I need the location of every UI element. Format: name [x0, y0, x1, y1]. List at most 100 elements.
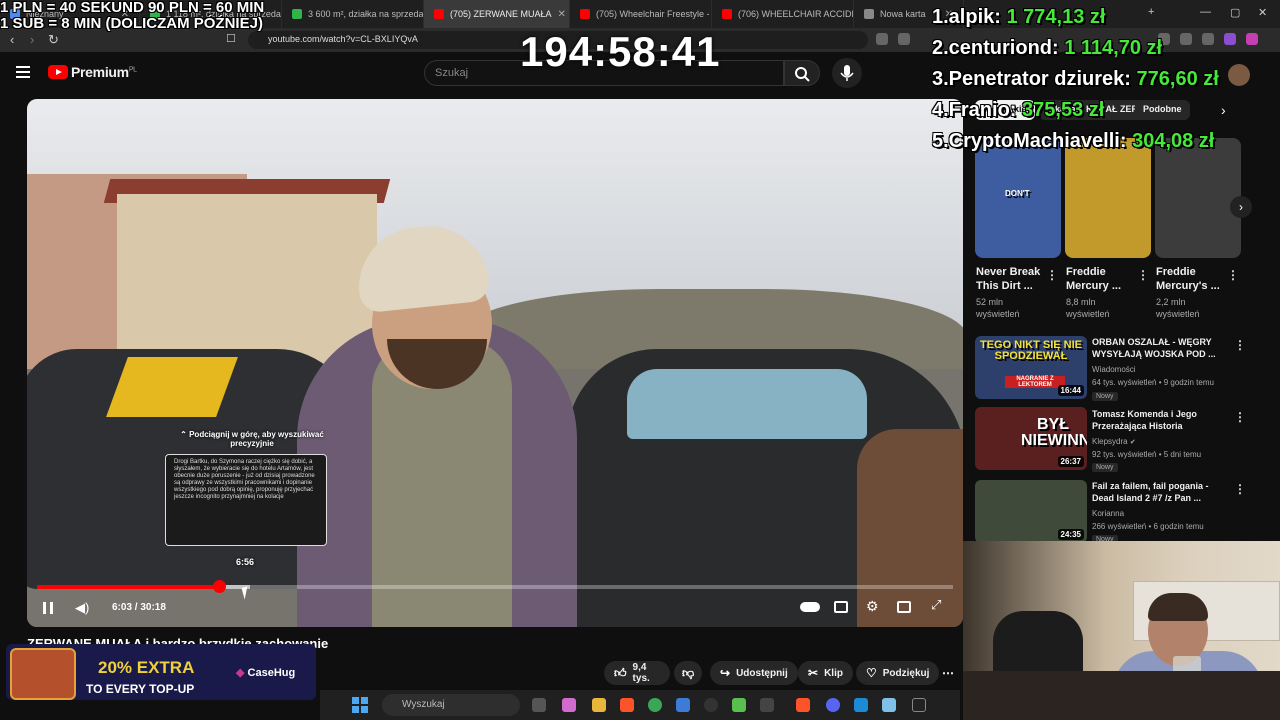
tab-title: (705) Wheelchair Freestyle - W [596, 9, 712, 19]
short-title[interactable]: Freddie Mercury ... [1066, 265, 1136, 293]
terminal-icon[interactable] [912, 698, 926, 712]
tab-favicon-icon [580, 9, 590, 19]
short-title[interactable]: Never Break This Dirt ... [976, 265, 1046, 293]
browser-tab[interactable]: (705) Wheelchair Freestyle - W✕ [570, 0, 712, 28]
dislike-button[interactable]: 👎︎ [674, 661, 702, 685]
brave-icon[interactable] [620, 698, 634, 712]
donation-rule-line: 1 PLN = 40 SEKUND 90 PLN = 60 MIN [0, 0, 265, 16]
share-button[interactable]: ↪ Udostępnij [710, 661, 798, 685]
volume-icon[interactable]: ◀) [75, 600, 89, 616]
ad-subline: TO EVERY TOP-UP [86, 682, 195, 696]
autoplay-toggle[interactable] [800, 602, 820, 612]
close-tab-icon[interactable]: ✕ [558, 9, 566, 20]
more-icon[interactable]: ⋮ [1234, 410, 1246, 424]
short-views: 2,2 mln wyświetleń [1156, 297, 1200, 319]
channel-name[interactable]: Korianna [1092, 509, 1124, 518]
fullscreen-icon[interactable]: ⤢ [931, 597, 941, 613]
more-icon[interactable]: ⋮ [1234, 482, 1246, 496]
youtube-premium-logo[interactable]: PremiumPL [71, 64, 137, 80]
bookmark-icon[interactable]: ☐ [226, 32, 236, 45]
youtube-header: PremiumPL Szukaj [0, 52, 965, 94]
app-icon[interactable] [760, 698, 774, 712]
new-badge: Nowy [1092, 463, 1118, 472]
short-views: 52 mln wyświetleń [976, 297, 1020, 319]
youtube-logo-icon[interactable] [48, 65, 68, 79]
ad-headline: 20% EXTRA [98, 658, 194, 678]
channel-name[interactable]: Wiadomości [1092, 365, 1136, 374]
seek-preview-thumbnail: Drogi Bartku, do Szymona raczej ciężko s… [165, 454, 327, 546]
video-player[interactable]: ⌃ Podciągnij w górę, aby wyszukiwać prec… [27, 99, 963, 627]
short-views: 8,8 mln wyświetleń [1066, 297, 1110, 319]
tab-title: Nowa karta [880, 9, 926, 19]
taskbar-search[interactable]: Wyszukaj [382, 694, 520, 716]
ad-brand: CaseHug [247, 667, 296, 679]
donation-rule-line: 1 SUB = 8 MIN (DOLICZAM PÓŹNIEJ) [0, 15, 263, 32]
store-icon[interactable] [676, 698, 690, 712]
like-button[interactable]: 👍︎ 9,4 tys. [604, 661, 670, 685]
channel-name[interactable]: Klepsydra ✔ [1092, 437, 1136, 446]
tab-title: (706) WHEELCHAIR ACCIDENT [738, 9, 853, 19]
extension-icon[interactable] [876, 33, 888, 45]
chrome-icon[interactable] [648, 698, 662, 712]
voice-search-button[interactable] [832, 58, 862, 88]
video-duration: 16:44 [1057, 385, 1084, 396]
casehug-logo: ◆ CaseHug [236, 666, 295, 679]
reload-icon[interactable]: ↻ [48, 32, 59, 48]
more-icon[interactable]: ⋮ [1227, 268, 1239, 282]
pause-icon[interactable] [43, 602, 53, 614]
video-title-link[interactable]: Tomasz Komenda i Jego Przerażająca Histo… [1092, 408, 1220, 432]
verified-icon: ✔ [1129, 439, 1136, 446]
video-title-link[interactable]: ORBAN OSZALAŁ - WĘGRY WYSYŁAJĄ WOJSKA PO… [1092, 336, 1220, 360]
brand-label: Premium [71, 64, 129, 80]
mic-icon [840, 65, 854, 81]
app-icon[interactable] [882, 698, 896, 712]
menu-icon[interactable] [16, 66, 30, 78]
more-icon[interactable]: ⋮ [1046, 268, 1058, 282]
discord-icon[interactable] [826, 698, 840, 712]
ad-highlight: 20% EXTRA [98, 658, 195, 677]
tab-title: 3 600 m², działka na sprzedaż [308, 9, 424, 19]
more-icon[interactable]: ⋮ [1234, 338, 1246, 352]
brave-icon[interactable] [796, 698, 810, 712]
windows-start-icon[interactable] [352, 697, 368, 713]
shorts-next-button[interactable]: › [1230, 196, 1252, 218]
leaderboard-name: 2.centuriond: [932, 37, 1059, 59]
browser-tab[interactable]: (705) ZERWANE MUAŁA ✕ [424, 0, 570, 28]
browser-tab[interactable]: 3 600 m², działka na sprzedaż✕ [282, 0, 424, 28]
video-thumbnail[interactable]: TEGO NIKT SIĘ NIE SPODZIEWAŁ NAGRANIE Z … [975, 336, 1087, 399]
share-label: Udostępnij [736, 667, 788, 679]
short-title[interactable]: Freddie Mercury's ... [1156, 265, 1226, 293]
video-frame-windshield [627, 369, 867, 439]
tab-favicon-icon [722, 9, 732, 19]
tab-title: (705) ZERWANE MUAŁA [450, 9, 552, 19]
obs-icon[interactable] [704, 698, 718, 712]
subtitles-icon[interactable] [834, 601, 848, 613]
thumbs-up-icon: 👍︎ [614, 665, 627, 680]
video-thumbnail[interactable]: BYŁ NIEWINNY 26:37 [975, 407, 1087, 470]
forward-icon[interactable]: › [30, 32, 34, 47]
streamer-webcam [963, 541, 1280, 720]
app-icon[interactable] [854, 698, 868, 712]
thanks-button[interactable]: ♡ Podziękuj [856, 661, 940, 685]
casehug-ad-banner[interactable]: 20% EXTRA TO EVERY TOP-UP ◆ CaseHug [6, 644, 316, 700]
copilot-icon[interactable] [562, 698, 576, 712]
leaderboard-row: 4.Franio: 375,53 zł [932, 99, 1272, 130]
browser-tab[interactable]: (706) WHEELCHAIR ACCIDENT✕ [712, 0, 854, 28]
task-view-icon[interactable] [532, 698, 546, 712]
share-page-icon[interactable] [898, 33, 910, 45]
webcam-person-hair [1148, 593, 1208, 621]
more-actions-button[interactable]: ⋯ [936, 661, 962, 685]
file-explorer-icon[interactable] [592, 698, 606, 712]
search-button[interactable] [784, 60, 820, 86]
leaderboard-amount: 1 774,13 zł [1006, 6, 1106, 28]
settings-icon[interactable]: ⚙ [866, 598, 879, 615]
clip-button[interactable]: ✂ Klip [798, 661, 853, 685]
back-icon[interactable]: ‹ [10, 32, 14, 47]
more-icon[interactable]: ⋮ [1137, 268, 1149, 282]
video-thumbnail[interactable]: 24:35 [975, 480, 1087, 543]
theater-mode-icon[interactable] [897, 601, 911, 613]
progress-bar[interactable] [37, 580, 953, 593]
app-icon[interactable] [732, 698, 746, 712]
thumb-caption-sub: NAGRANIE Z LEKTOREM [1005, 376, 1065, 388]
video-title-link[interactable]: Fail za failem, fail pogania - Dead Isla… [1092, 480, 1220, 504]
